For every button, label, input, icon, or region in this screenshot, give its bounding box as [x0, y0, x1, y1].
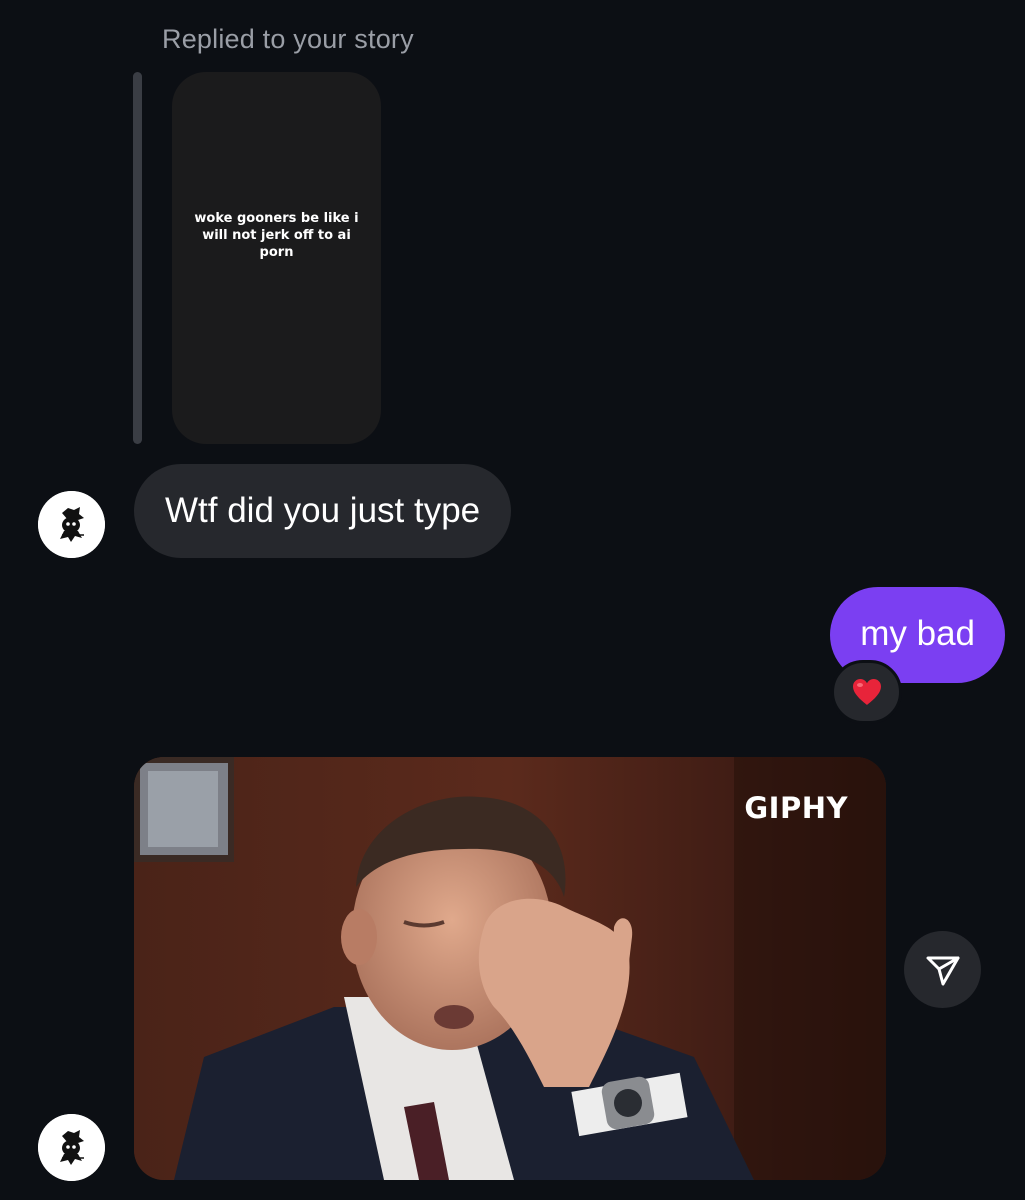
reply-indicator-bar: [133, 72, 142, 444]
share-button[interactable]: [904, 931, 981, 1008]
sender-avatar[interactable]: [38, 1114, 105, 1181]
user-avatar-icon: [38, 1114, 105, 1181]
chat-screen: Replied to your story woke gooners be li…: [0, 0, 1025, 1200]
user-avatar-icon: [38, 491, 105, 558]
story-thumbnail[interactable]: woke gooners be like i will not jerk off…: [172, 72, 381, 444]
heart-emoji: [852, 679, 881, 705]
message-reaction[interactable]: [831, 660, 902, 724]
reply-caption: Replied to your story: [162, 24, 414, 54]
story-text: woke gooners be like i will not jerk off…: [194, 211, 359, 260]
sender-avatar[interactable]: [38, 491, 105, 558]
incoming-message-bubble[interactable]: Wtf did you just type: [134, 464, 512, 558]
send-paper-plane-icon: [926, 956, 959, 985]
gif-message[interactable]: GIPHY: [134, 757, 886, 1180]
giphy-watermark: GIPHY: [744, 791, 848, 825]
